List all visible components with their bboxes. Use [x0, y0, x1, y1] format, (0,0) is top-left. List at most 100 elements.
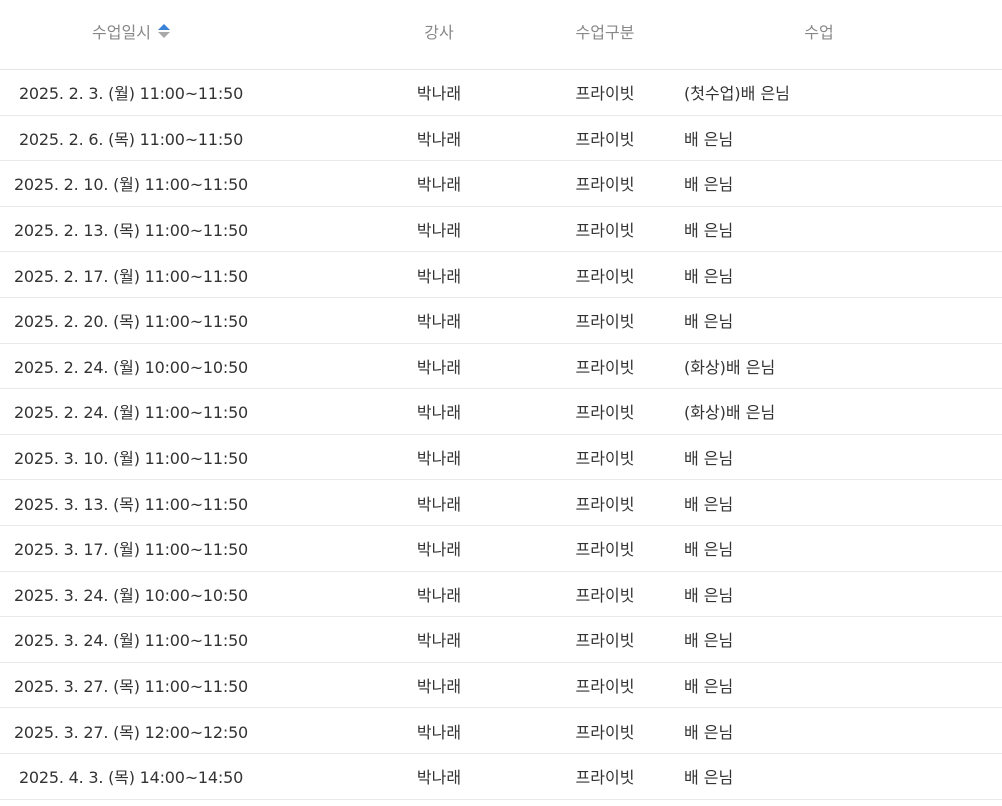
row-class-cell: (화상)배 은님 — [684, 344, 964, 389]
row-date-cell: 2025. 4. 3. (목) 14:00~14:50 — [0, 754, 262, 799]
row-date-cell: 2025. 3. 17. (월) 11:00~11:50 — [0, 526, 262, 571]
row-type-cell-text: 프라이빗 — [575, 631, 635, 651]
row-teacher-cell: 박나래 — [400, 161, 478, 206]
row-type-cell: 프라이빗 — [560, 708, 650, 753]
row-type-cell-text: 프라이빗 — [575, 221, 635, 241]
row-class-cell-text: 배 은님 — [684, 494, 734, 514]
row-class-cell-text: 배 은님 — [684, 221, 734, 241]
row-date-cell: 2025. 2. 13. (목) 11:00~11:50 — [0, 207, 262, 252]
row-type-cell: 프라이빗 — [560, 480, 650, 525]
column-header-date[interactable]: 수업일시 — [0, 0, 262, 65]
row-teacher-cell-text: 박나래 — [416, 494, 462, 514]
table-row[interactable]: 2025. 3. 13. (목) 11:00~11:50 박나래 프라이빗 배 은님 — [0, 480, 1002, 526]
row-teacher-cell: 박나래 — [400, 207, 478, 252]
row-class-cell-text: 배 은님 — [684, 266, 734, 286]
table-row[interactable]: 2025. 3. 10. (월) 11:00~11:50 박나래 프라이빗 배 은님 — [0, 435, 1002, 481]
row-class-cell: 배 은님 — [684, 207, 964, 252]
row-class-cell: (첫수업)배 은님 — [684, 70, 964, 115]
row-date-cell-text: 2025. 3. 24. (월) 11:00~11:50 — [13, 631, 249, 651]
row-type-cell: 프라이빗 — [560, 207, 650, 252]
row-teacher-cell-text: 박나래 — [416, 540, 462, 560]
row-teacher-cell-text: 박나래 — [416, 266, 462, 286]
table-row[interactable]: 2025. 3. 24. (월) 10:00~10:50 박나래 프라이빗 배 은님 — [0, 572, 1002, 618]
table-row[interactable]: 2025. 2. 13. (목) 11:00~11:50 박나래 프라이빗 배 은님 — [0, 207, 1002, 253]
row-class-cell: 배 은님 — [684, 161, 964, 206]
table-row[interactable]: 2025. 3. 17. (월) 11:00~11:50 박나래 프라이빗 배 은님 — [0, 526, 1002, 572]
row-teacher-cell-text: 박나래 — [416, 129, 462, 149]
row-date-cell: 2025. 2. 20. (목) 11:00~11:50 — [0, 298, 262, 343]
row-teacher-cell: 박나래 — [400, 298, 478, 343]
row-type-cell: 프라이빗 — [560, 252, 650, 297]
row-class-cell: 배 은님 — [684, 754, 964, 799]
table-row[interactable]: 2025. 3. 24. (월) 11:00~11:50 박나래 프라이빗 배 은님 — [0, 617, 1002, 663]
row-teacher-cell: 박나래 — [400, 526, 478, 571]
row-type-cell: 프라이빗 — [560, 435, 650, 480]
row-type-cell: 프라이빗 — [560, 572, 650, 617]
table-row[interactable]: 2025. 3. 27. (목) 11:00~11:50 박나래 프라이빗 배 은님 — [0, 663, 1002, 709]
table-row[interactable]: 2025. 2. 17. (월) 11:00~11:50 박나래 프라이빗 배 은님 — [0, 252, 1002, 298]
row-type-cell-text: 프라이빗 — [575, 449, 635, 469]
row-teacher-cell-text: 박나래 — [416, 84, 462, 104]
row-date-cell: 2025. 2. 3. (월) 11:00~11:50 — [0, 70, 262, 115]
row-date-cell-text: 2025. 2. 20. (목) 11:00~11:50 — [13, 312, 249, 332]
row-teacher-cell: 박나래 — [400, 617, 478, 662]
row-date-cell-text: 2025. 3. 24. (월) 10:00~10:50 — [13, 585, 249, 605]
class-schedule-table: 수업일시 강사 수업구분 수업 2025. 2. 3. (월) 11:00~11… — [0, 0, 1002, 806]
row-teacher-cell: 박나래 — [400, 572, 478, 617]
table-row[interactable]: 2025. 4. 3. (목) 14:00~14:50 박나래 프라이빗 배 은님 — [0, 754, 1002, 800]
row-class-cell-text: 배 은님 — [684, 677, 734, 697]
row-type-cell-text: 프라이빗 — [575, 722, 635, 742]
table-row[interactable]: 2025. 2. 3. (월) 11:00~11:50 박나래 프라이빗 (첫수업)배… — [0, 70, 1002, 116]
row-date-cell: 2025. 2. 10. (월) 11:00~11:50 — [0, 161, 262, 206]
row-type-cell-text: 프라이빗 — [575, 768, 635, 788]
row-teacher-cell-text: 박나래 — [416, 631, 462, 651]
row-teacher-cell-text: 박나래 — [416, 585, 462, 605]
sort-asc-icon[interactable] — [157, 23, 170, 38]
row-type-cell-text: 프라이빗 — [575, 129, 635, 149]
row-teacher-cell: 박나래 — [400, 70, 478, 115]
row-teacher-cell-text: 박나래 — [416, 768, 462, 788]
row-type-cell-text: 프라이빗 — [575, 540, 635, 560]
sort-up-arrow-icon — [157, 23, 170, 30]
row-type-cell-text: 프라이빗 — [575, 677, 635, 697]
table-row[interactable]: 2025. 2. 20. (목) 11:00~11:50 박나래 프라이빗 배 은님 — [0, 298, 1002, 344]
row-teacher-cell: 박나래 — [400, 663, 478, 708]
row-type-cell: 프라이빗 — [560, 663, 650, 708]
row-class-cell-text: 배 은님 — [684, 722, 734, 742]
row-type-cell-text: 프라이빗 — [575, 84, 635, 104]
row-date-cell: 2025. 3. 24. (월) 11:00~11:50 — [0, 617, 262, 662]
row-date-cell-text: 2025. 2. 3. (월) 11:00~11:50 — [18, 84, 244, 104]
row-date-cell: 2025. 3. 13. (목) 11:00~11:50 — [0, 480, 262, 525]
row-date-cell-text: 2025. 2. 6. (목) 11:00~11:50 — [18, 129, 244, 149]
row-type-cell: 프라이빗 — [560, 389, 650, 434]
row-date-cell-text: 2025. 3. 27. (목) 11:00~11:50 — [13, 677, 249, 697]
row-date-cell-text: 2025. 2. 17. (월) 11:00~11:50 — [13, 266, 249, 286]
column-header-class: 수업 — [760, 0, 878, 65]
column-header-class-label: 수업 — [804, 22, 834, 42]
table-row[interactable]: 2025. 2. 24. (월) 11:00~11:50 박나래 프라이빗 (화상)배… — [0, 389, 1002, 435]
row-teacher-cell: 박나래 — [400, 116, 478, 161]
column-header-teacher: 강사 — [400, 0, 478, 65]
row-date-cell-text: 2025. 3. 17. (월) 11:00~11:50 — [13, 540, 249, 560]
row-teacher-cell-text: 박나래 — [416, 312, 462, 332]
table-row[interactable]: 2025. 2. 10. (월) 11:00~11:50 박나래 프라이빗 배 은님 — [0, 161, 1002, 207]
row-class-cell-text: 배 은님 — [684, 631, 734, 651]
row-class-cell-text: 배 은님 — [684, 449, 734, 469]
row-class-cell-text: (화상)배 은님 — [684, 403, 776, 423]
table-row[interactable]: 2025. 3. 27. (목) 12:00~12:50 박나래 프라이빗 배 은님 — [0, 708, 1002, 754]
row-date-cell-text: 2025. 2. 24. (월) 11:00~11:50 — [13, 403, 249, 423]
row-date-cell: 2025. 2. 24. (월) 10:00~10:50 — [0, 344, 262, 389]
table-row[interactable]: 2025. 2. 6. (목) 11:00~11:50 박나래 프라이빗 배 은님 — [0, 116, 1002, 162]
row-type-cell: 프라이빗 — [560, 161, 650, 206]
row-class-cell: 배 은님 — [684, 298, 964, 343]
row-type-cell: 프라이빗 — [560, 754, 650, 799]
row-teacher-cell-text: 박나래 — [416, 677, 462, 697]
row-date-cell-text: 2025. 3. 10. (월) 11:00~11:50 — [13, 449, 249, 469]
table-row[interactable]: 2025. 2. 24. (월) 10:00~10:50 박나래 프라이빗 (화상)배… — [0, 344, 1002, 390]
row-date-cell-text: 2025. 2. 24. (월) 10:00~10:50 — [13, 357, 249, 377]
row-teacher-cell-text: 박나래 — [416, 403, 462, 423]
row-date-cell-text: 2025. 4. 3. (목) 14:00~14:50 — [18, 768, 244, 788]
row-teacher-cell: 박나래 — [400, 389, 478, 434]
row-date-cell: 2025. 2. 6. (목) 11:00~11:50 — [0, 116, 262, 161]
column-header-type-label: 수업구분 — [575, 22, 635, 42]
